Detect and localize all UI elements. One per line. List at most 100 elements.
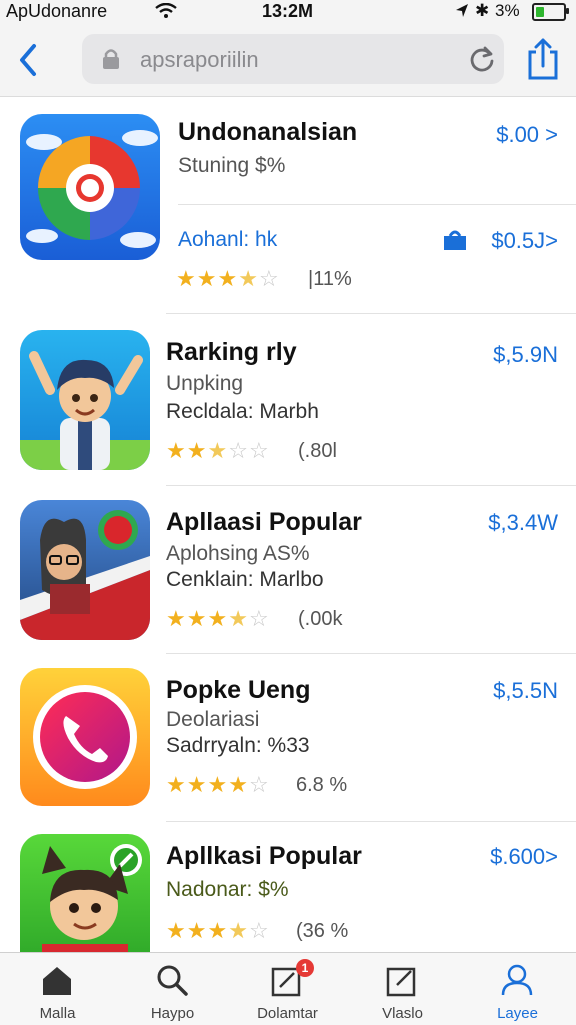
star-icon: ★ <box>186 438 208 463</box>
app-subtitle: Nadonar: $% <box>166 878 289 901</box>
star-icon: ☆ <box>248 772 270 797</box>
star-icon: ★ <box>217 266 239 291</box>
star-icon: ★ <box>186 606 208 631</box>
divider <box>178 204 576 205</box>
app-developer: Recldala: Marbh <box>166 400 319 423</box>
chevron-left-icon <box>20 44 36 76</box>
star-icon: ★ <box>207 918 229 943</box>
app-title: Rarking rly <box>166 338 297 366</box>
star-icon: ★ <box>166 772 187 797</box>
list-item[interactable]: Apllkasi Popular Nadonar: $% $.600> ★★★★… <box>0 822 576 952</box>
app-developer: Sadrryaln: %33 <box>166 734 310 757</box>
star-icon: ★ <box>176 266 197 291</box>
app-developer: Cenklain: Marlbo <box>166 568 324 591</box>
back-button[interactable] <box>14 40 44 80</box>
carrier-label: ApUdonanre <box>6 1 108 21</box>
app-title: Popke Ueng <box>166 676 311 704</box>
tab-edit[interactable]: Vlaslo <box>345 953 460 1025</box>
price-button[interactable]: $,5.5N <box>493 678 558 704</box>
star-icon: ★ <box>228 918 249 943</box>
tab-updates[interactable]: 1 Dolamtar <box>230 953 345 1025</box>
app-subtitle: Deolariasi <box>166 708 260 731</box>
list-item[interactable]: Apllaasi Popular Aplohsing AS% Cenklain:… <box>0 486 576 654</box>
list-item[interactable]: Rarking rly Unpking Recldala: Marbh $,5.… <box>0 314 576 486</box>
rating-count: (.00k <box>298 608 343 630</box>
tab-label: Malla <box>39 1005 76 1022</box>
star-icon: ★ <box>186 918 208 943</box>
star-icon: ★ <box>228 772 249 797</box>
app-icon <box>20 500 150 640</box>
rating-count: 6.8 % <box>296 774 348 796</box>
share-icon <box>528 38 558 80</box>
star-rating: ★★★★☆ <box>166 918 270 944</box>
battery-percent: 3% <box>495 1 520 20</box>
app-title: Apllaasi Popular <box>166 508 362 536</box>
star-icon: ☆ <box>248 918 270 943</box>
tab-bar: Malla Haypo 1 Dolamtar Vlaslo Layee <box>0 952 576 1025</box>
battery-icon <box>532 3 569 21</box>
app-title: Apllkasi Popular <box>166 842 362 870</box>
app-icon <box>20 330 150 470</box>
star-icon: ★ <box>207 438 229 463</box>
price-button[interactable]: $,3.4W <box>488 510 558 536</box>
price-button[interactable]: $,5.9N <box>493 342 558 368</box>
rating-count: (.80l <box>298 440 337 462</box>
search-query: apsraporiilin <box>140 47 259 72</box>
tab-label: Layee <box>497 1005 538 1022</box>
price-button-secondary[interactable]: $0.5J> <box>491 228 558 254</box>
star-icon: ★ <box>186 772 208 797</box>
wifi-icon <box>155 2 177 24</box>
reload-icon[interactable] <box>468 45 496 78</box>
share-button[interactable] <box>526 36 560 82</box>
navigation-bar: apsraporiilin <box>0 24 576 97</box>
star-icon: ★ <box>228 606 249 631</box>
list-item[interactable]: Popke Ueng Deolariasi Sadrryaln: %33 $,5… <box>0 654 576 822</box>
star-rating: ★★★★☆ <box>166 606 270 632</box>
tab-label: Dolamtar <box>257 1005 318 1022</box>
star-icon: ★ <box>166 918 187 943</box>
star-icon: ☆ <box>248 606 270 631</box>
list-item[interactable]: Undonanalsian Stuning $% $.00 > Aohanl: … <box>0 96 576 314</box>
notification-badge: 1 <box>296 959 314 977</box>
tab-search[interactable]: Haypo <box>115 953 230 1025</box>
app-subtitle: Unpking <box>166 372 244 395</box>
app-title: Undonanalsian <box>178 118 358 146</box>
search-input[interactable]: apsraporiilin <box>82 34 504 84</box>
location-icon <box>455 3 469 24</box>
tab-profile[interactable]: Layee <box>460 953 575 1025</box>
home-icon <box>40 963 74 1002</box>
edit-icon <box>385 963 419 1002</box>
price-button[interactable]: $.00 > <box>496 122 558 148</box>
tab-label: Vlaslo <box>382 1005 423 1022</box>
search-icon <box>155 963 189 1002</box>
person-icon <box>500 963 534 1002</box>
status-bar: ApUdonanre 13:2M ✱ 3% <box>0 0 576 24</box>
clock: 13:2M <box>262 1 314 21</box>
star-icon: ★ <box>207 606 229 631</box>
rating-count: |11% <box>308 268 352 290</box>
rating-count: (36 % <box>296 920 349 942</box>
app-subtitle: Aplohsing AS% <box>166 542 310 565</box>
star-icon: ★ <box>238 266 259 291</box>
star-icon: ☆ <box>248 438 270 463</box>
tab-label: Haypo <box>150 1005 195 1022</box>
star-icon: ★ <box>166 438 187 463</box>
bluetooth-icon: ✱ <box>475 1 490 20</box>
app-icon <box>20 834 150 952</box>
app-icon <box>20 114 160 260</box>
star-icon: ★ <box>166 606 187 631</box>
tab-home[interactable]: Malla <box>0 953 115 1025</box>
star-rating: ★★★★☆ <box>166 772 270 798</box>
bag-icon <box>442 228 468 257</box>
app-subtitle: Stuning $% <box>178 154 286 177</box>
star-icon: ☆ <box>258 266 280 291</box>
star-rating: ★★★★☆ <box>176 266 280 292</box>
price-button[interactable]: $.600> <box>490 844 558 870</box>
star-icon: ☆ <box>228 438 249 463</box>
star-icon: ★ <box>196 266 218 291</box>
lock-icon <box>100 47 122 76</box>
app-developer: Aohanl: hk <box>178 228 278 251</box>
app-icon <box>20 668 150 806</box>
star-rating: ★★★☆☆ <box>166 438 270 464</box>
star-icon: ★ <box>207 772 229 797</box>
